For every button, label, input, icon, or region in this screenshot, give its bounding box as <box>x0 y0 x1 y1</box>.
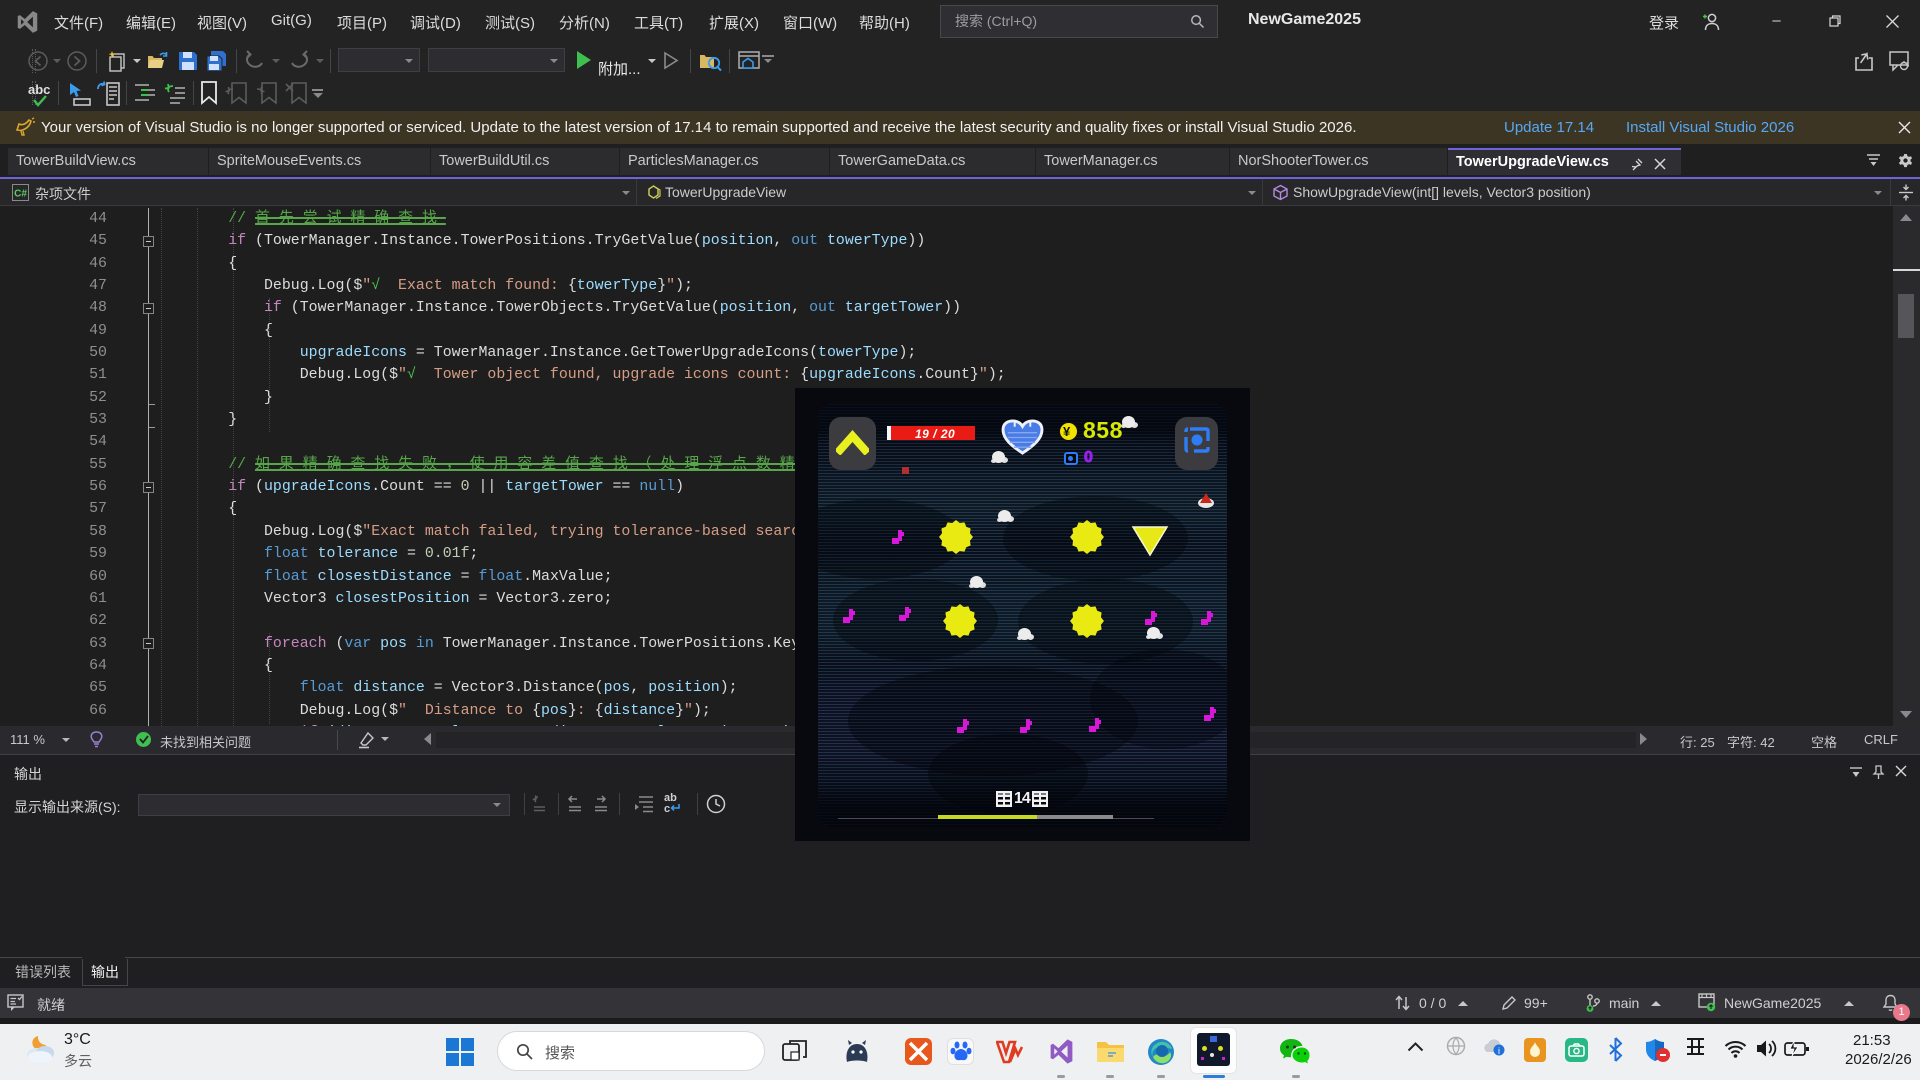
svg-text:C#: C# <box>14 189 27 200</box>
svg-text:i: i <box>1498 1046 1500 1056</box>
